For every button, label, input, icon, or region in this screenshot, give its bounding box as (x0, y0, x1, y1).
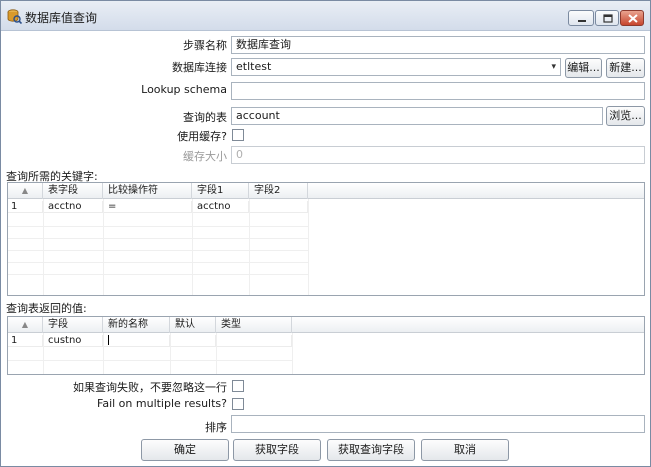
text-caret (108, 335, 109, 345)
grid-divider (8, 238, 308, 239)
keys-col-field2[interactable]: 字段2 (249, 183, 308, 199)
close-icon (628, 14, 638, 23)
return-default-cell[interactable] (170, 335, 216, 347)
return-type-cell[interactable] (216, 335, 292, 347)
keys-col-comparator[interactable]: 比较操作符 (103, 183, 192, 199)
lookup-schema-input[interactable] (231, 82, 645, 100)
new-connection-button[interactable]: 新建... (606, 58, 645, 78)
grid-divider (8, 360, 292, 361)
return-field-cell[interactable]: custno (43, 335, 103, 347)
get-lookup-fields-button[interactable]: 获取查询字段 (327, 439, 415, 461)
chevron-down-icon: ▾ (551, 62, 556, 72)
step-name-input[interactable]: 数据库查询 (231, 36, 645, 54)
maximize-button[interactable] (595, 10, 619, 26)
grid-divider (43, 333, 44, 374)
keys-col-table-field[interactable]: 表字段 (43, 183, 103, 199)
keys-col-field1[interactable]: 字段1 (192, 183, 249, 199)
sort-arrow-icon: ▲ (8, 317, 43, 333)
step-name-label: 步骤名称 (183, 39, 227, 52)
title-bar[interactable]: 数据库值查询 (1, 1, 650, 31)
minimize-button[interactable] (568, 10, 594, 26)
maximize-icon (603, 14, 613, 23)
dialog-window: 数据库值查询 步骤名称 数据库查询 数据库连接 etltest ▾ 编辑... … (0, 0, 651, 467)
row-number: 1 (8, 201, 43, 213)
key-field2-cell[interactable] (249, 201, 308, 213)
order-by-input[interactable] (231, 415, 645, 433)
lookup-schema-label: Lookup schema (141, 83, 227, 96)
cancel-button[interactable]: 取消 (421, 439, 509, 461)
returns-col-new-name[interactable]: 新的名称 (103, 317, 170, 333)
returns-table-header: ▲ 字段 新的名称 默认 类型 (8, 317, 644, 333)
use-cache-checkbox[interactable] (232, 129, 244, 141)
grid-divider (103, 199, 104, 295)
window-title: 数据库值查询 (25, 11, 98, 25)
order-by-label: 排序 (205, 421, 227, 434)
grid-divider (216, 333, 217, 374)
grid-divider (43, 199, 44, 295)
key-field1-cell[interactable]: acctno (192, 201, 249, 213)
connection-select[interactable]: etltest ▾ (231, 58, 561, 76)
lookup-table-label: 查询的表 (183, 111, 227, 124)
return-new-name-cell[interactable] (103, 335, 170, 347)
keys-table[interactable]: ▲ 表字段 比较操作符 字段1 字段2 1 acctno = acctno (7, 182, 645, 296)
connection-label: 数据库连接 (172, 61, 227, 74)
key-table-field-cell[interactable]: acctno (43, 201, 103, 213)
grid-divider (8, 250, 308, 251)
grid-divider (292, 333, 293, 374)
connection-value: etltest (236, 60, 272, 73)
grid-divider (308, 199, 309, 295)
grid-divider (8, 226, 308, 227)
edit-connection-button[interactable]: 编辑... (565, 58, 602, 78)
grid-divider (103, 333, 104, 374)
returns-col-field[interactable]: 字段 (43, 317, 103, 333)
returns-section-label: 查询表返回的值: (6, 302, 87, 315)
fail-multiple-label: Fail on multiple results? (97, 397, 227, 410)
grid-divider (8, 274, 308, 275)
returns-table[interactable]: ▲ 字段 新的名称 默认 类型 1 custno (7, 316, 645, 375)
fail-on-lookup-checkbox[interactable] (232, 380, 244, 392)
browse-button[interactable]: 浏览... (606, 106, 645, 126)
cache-size-input[interactable]: 0 (231, 146, 645, 164)
fail-on-lookup-label: 如果查询失败，不要忽略这一行 (73, 381, 227, 394)
lookup-table-input[interactable]: account (231, 107, 603, 125)
minimize-icon (578, 20, 586, 22)
returns-col-default[interactable]: 默认 (170, 317, 216, 333)
use-cache-label: 使用缓存? (177, 130, 227, 143)
ok-button[interactable]: 确定 (141, 439, 229, 461)
grid-divider (170, 333, 171, 374)
get-fields-button[interactable]: 获取字段 (233, 439, 321, 461)
sort-arrow-icon: ▲ (8, 183, 43, 199)
database-lookup-icon (7, 9, 22, 24)
fail-multiple-checkbox[interactable] (232, 398, 244, 410)
cache-size-label: 缓存大小 (183, 150, 227, 163)
keys-table-header: ▲ 表字段 比较操作符 字段1 字段2 (8, 183, 644, 199)
row-number: 1 (8, 335, 43, 347)
grid-divider (249, 199, 250, 295)
returns-col-type[interactable]: 类型 (216, 317, 292, 333)
grid-divider (8, 262, 308, 263)
grid-divider (192, 199, 193, 295)
key-comparator-cell[interactable]: = (103, 201, 192, 213)
close-button[interactable] (620, 10, 644, 26)
